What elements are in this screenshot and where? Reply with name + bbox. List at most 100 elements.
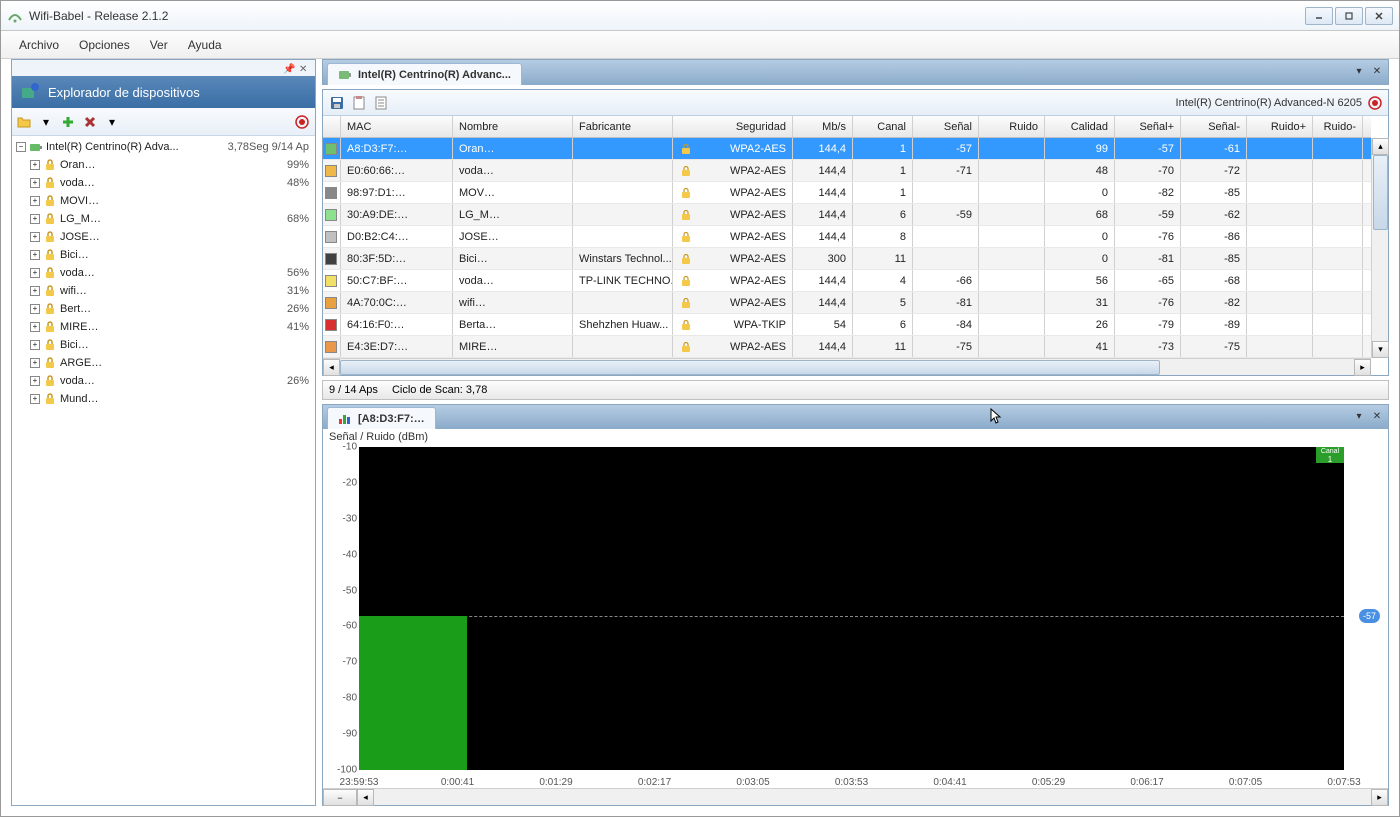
expand-icon[interactable]: + (30, 214, 40, 224)
expand-icon[interactable]: + (30, 232, 40, 242)
grid-header-color[interactable] (323, 116, 341, 137)
tree-item[interactable]: +MIRE…41% (12, 318, 315, 336)
maximize-button[interactable] (1335, 7, 1363, 25)
grid-body[interactable]: A8:D3:F7:… Oran… WPA2-AES 144,4 1 -57 99… (323, 138, 1371, 358)
scroll-right-icon[interactable]: ▸ (1354, 359, 1371, 376)
expand-icon[interactable]: + (30, 196, 40, 206)
grid-header-ruidom[interactable]: Ruido- (1313, 116, 1363, 137)
chart-hscrollbar[interactable]: − ◂ ▸ (323, 788, 1388, 805)
tree-item[interactable]: +Bert…26% (12, 300, 315, 318)
scroll-up-icon[interactable]: ▴ (1372, 138, 1389, 155)
x-axis-tick: 0:05:29 (1032, 777, 1065, 788)
vscroll-thumb[interactable] (1373, 155, 1388, 230)
grid-header-mac[interactable]: MAC (341, 116, 453, 137)
chart-scroll-right-icon[interactable]: ▸ (1371, 789, 1388, 806)
window-title: Wifi-Babel - Release 2.1.2 (29, 9, 1303, 23)
expand-icon[interactable]: + (30, 304, 40, 314)
grid-header-senalp[interactable]: Señal+ (1115, 116, 1181, 137)
record-icon[interactable] (1368, 96, 1382, 110)
grid-header-mbs[interactable]: Mb/s (793, 116, 853, 137)
grid-row[interactable]: 4A:70:0C:… wifi… WPA2-AES 144,4 5 -81 31… (323, 292, 1371, 314)
chart-canvas[interactable]: -57 Canal 1 -10-20-30-40-50-60-70-80-90-… (327, 447, 1384, 788)
chart-tab-dropdown-icon[interactable]: ▾ (1352, 409, 1366, 423)
scroll-left-icon[interactable]: ◂ (323, 359, 340, 376)
adapter-tab[interactable]: Intel(R) Centrino(R) Advanc... (327, 63, 522, 85)
grid-header-senal[interactable]: Señal (913, 116, 979, 137)
tree-item[interactable]: +Mund… (12, 390, 315, 408)
hscroll-thumb[interactable] (340, 360, 1160, 375)
collapse-icon[interactable]: − (16, 142, 26, 152)
delete-icon[interactable] (82, 114, 98, 130)
menu-archivo[interactable]: Archivo (9, 34, 69, 56)
tab-dropdown-icon[interactable]: ▾ (1352, 64, 1366, 78)
grid-row[interactable]: 64:16:F0:… Berta… Shehzhen Huaw... WPA-T… (323, 314, 1371, 336)
tree-item[interactable]: +ARGE… (12, 354, 315, 372)
clipboard-icon[interactable] (351, 95, 367, 111)
grid-row[interactable]: E4:3E:D7:… MIRE… WPA2-AES 144,4 11 -75 4… (323, 336, 1371, 358)
device-tree[interactable]: − Intel(R) Centrino(R) Adva... 3,78Seg 9… (12, 136, 315, 805)
menu-opciones[interactable]: Opciones (69, 34, 140, 56)
grid-hscrollbar[interactable]: ◂ ▸ (323, 358, 1371, 375)
grid-row[interactable]: E0:60:66:… voda… WPA2-AES 144,4 1 -71 48… (323, 160, 1371, 182)
signal-chart-panel: [A8:D3:F7:… ▾ ✕ Señal / Ruido (dBm) -57 … (322, 404, 1389, 806)
color-swatch (325, 209, 337, 221)
add-icon[interactable] (60, 114, 76, 130)
device-explorer-panel: 📌 ✕ Explorador de dispositivos ▾ ▾ − Int… (11, 59, 316, 806)
grid-row[interactable]: 50:C7:BF:… voda… TP-LINK TECHNO... WPA2-… (323, 270, 1371, 292)
grid-row[interactable]: D0:B2:C4:… JOSE… WPA2-AES 144,4 8 0 -76 … (323, 226, 1371, 248)
tree-item[interactable]: +JOSE… (12, 228, 315, 246)
dropdown-icon[interactable]: ▾ (38, 114, 54, 130)
tree-item[interactable]: +voda…48% (12, 174, 315, 192)
grid-header-senalm[interactable]: Señal- (1181, 116, 1247, 137)
folder-icon[interactable] (16, 114, 32, 130)
document-icon[interactable] (373, 95, 389, 111)
expand-icon[interactable]: + (30, 322, 40, 332)
grid-header-calidad[interactable]: Calidad (1045, 116, 1115, 137)
expand-icon[interactable]: + (30, 340, 40, 350)
menu-ayuda[interactable]: Ayuda (178, 34, 232, 56)
grid-row[interactable]: 30:A9:DE:… LG_M… WPA2-AES 144,4 6 -59 68… (323, 204, 1371, 226)
tree-root[interactable]: − Intel(R) Centrino(R) Adva... 3,78Seg 9… (12, 138, 315, 156)
tab-close-icon[interactable]: ✕ (1370, 64, 1384, 78)
grid-header-seguridad[interactable]: Seguridad (673, 116, 793, 137)
grid-header-nombre[interactable]: Nombre (453, 116, 573, 137)
chart-tab-close-icon[interactable]: ✕ (1370, 409, 1384, 423)
chart-tab[interactable]: [A8:D3:F7:… (327, 407, 436, 429)
scroll-down-icon[interactable]: ▾ (1372, 341, 1389, 358)
minimize-button[interactable] (1305, 7, 1333, 25)
expand-icon[interactable]: + (30, 394, 40, 404)
tree-item[interactable]: +LG_M…68% (12, 210, 315, 228)
chart-scroll-left-icon[interactable]: ◂ (357, 789, 374, 806)
expand-icon[interactable]: + (30, 376, 40, 386)
grid-row[interactable]: 80:3F:5D:… Bici… Winstars Technol... WPA… (323, 248, 1371, 270)
chart-zoom-minus-icon[interactable]: − (323, 789, 357, 806)
grid-header-ruidop[interactable]: Ruido+ (1247, 116, 1313, 137)
grid-row[interactable]: A8:D3:F7:… Oran… WPA2-AES 144,4 1 -57 99… (323, 138, 1371, 160)
expand-icon[interactable]: + (30, 160, 40, 170)
record-icon[interactable] (295, 115, 309, 129)
tree-item[interactable]: +Oran…99% (12, 156, 315, 174)
menu-ver[interactable]: Ver (140, 34, 178, 56)
expand-icon[interactable]: + (30, 178, 40, 188)
tree-item[interactable]: +Bici… (12, 246, 315, 264)
tree-item[interactable]: +voda…26% (12, 372, 315, 390)
tree-item[interactable]: +Bici… (12, 336, 315, 354)
grid-row[interactable]: 98:97:D1:… MOV… WPA2-AES 144,4 1 0 -82 -… (323, 182, 1371, 204)
tree-item[interactable]: +MOVI… (12, 192, 315, 210)
expand-icon[interactable]: + (30, 358, 40, 368)
grid-header-fabricante[interactable]: Fabricante (573, 116, 673, 137)
dropdown2-icon[interactable]: ▾ (104, 114, 120, 130)
expand-icon[interactable]: + (30, 286, 40, 296)
tree-item[interactable]: +voda…56% (12, 264, 315, 282)
grid-header-canal[interactable]: Canal (853, 116, 913, 137)
color-swatch (325, 341, 337, 353)
grid-vscrollbar[interactable]: ▴ ▾ (1371, 138, 1388, 358)
grid-header-ruido[interactable]: Ruido (979, 116, 1045, 137)
panel-close-icon[interactable]: ✕ (299, 64, 311, 76)
expand-icon[interactable]: + (30, 250, 40, 260)
save-icon[interactable] (329, 95, 345, 111)
expand-icon[interactable]: + (30, 268, 40, 278)
tree-item[interactable]: +wifi…31% (12, 282, 315, 300)
pin-icon[interactable]: 📌 (283, 64, 295, 76)
close-button[interactable] (1365, 7, 1393, 25)
